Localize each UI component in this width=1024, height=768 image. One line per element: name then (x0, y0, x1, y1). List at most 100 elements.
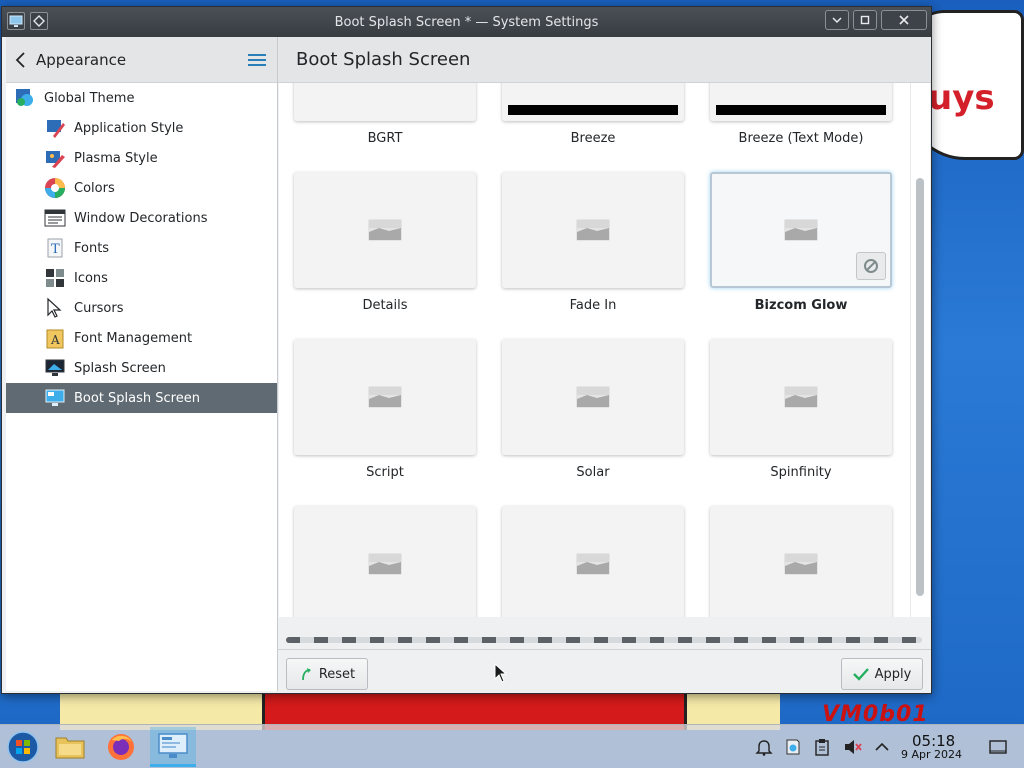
image-placeholder-icon (784, 219, 818, 241)
window-titlebar[interactable]: Boot Splash Screen * — System Settings (2, 7, 931, 37)
sidebar-item-plasma-style[interactable]: Plasma Style (6, 143, 277, 173)
sidebar-item-font-management[interactable]: A Font Management (6, 323, 277, 353)
theme-preview[interactable] (502, 506, 684, 617)
theme-card-spinner[interactable]: Spinner (294, 506, 476, 617)
theme-preview[interactable] (502, 83, 684, 121)
sidebar: Appearance Global Theme Application Style… (6, 37, 278, 691)
boot-splash-screen-icon (44, 387, 66, 409)
notifications-icon[interactable] (754, 737, 774, 757)
show-desktop-icon[interactable] (988, 737, 1008, 757)
sidebar-item-splash-screen[interactable]: Splash Screen (6, 353, 277, 383)
image-placeholder-icon (368, 386, 402, 408)
sidebar-item-global-theme[interactable]: Global Theme (6, 83, 277, 113)
theme-preview[interactable] (502, 339, 684, 455)
image-placeholder-icon (576, 219, 610, 241)
close-button[interactable] (881, 10, 927, 30)
folder-icon (55, 737, 85, 759)
taskbar-system-settings[interactable] (150, 727, 196, 767)
fonts-icon: T (44, 237, 66, 259)
reset-button[interactable]: Reset (286, 658, 368, 690)
sidebar-item-colors[interactable]: Colors (6, 173, 277, 203)
theme-label: Details (362, 298, 408, 313)
theme-card-bgrt[interactable]: BGRT (294, 83, 476, 149)
theme-label: Breeze (570, 131, 616, 146)
theme-preview[interactable] (502, 172, 684, 288)
theme-preview[interactable] (294, 506, 476, 617)
taskbar-file-manager[interactable] (47, 727, 93, 767)
clipboard-icon[interactable] (812, 737, 832, 757)
image-placeholder-icon (368, 219, 402, 241)
apply-button-label: Apply (874, 666, 912, 682)
svg-text:T: T (51, 242, 60, 257)
uninstall-icon[interactable] (856, 252, 886, 280)
preview-black-bar (716, 105, 886, 115)
theme-preview[interactable] (710, 506, 892, 617)
updates-icon[interactable] (783, 737, 803, 757)
application-style-icon (44, 117, 66, 139)
image-placeholder-icon (576, 553, 610, 575)
page-title: Boot Splash Screen (296, 49, 471, 70)
sidebar-item-label: Global Theme (44, 90, 135, 106)
theme-preview[interactable] (294, 339, 476, 455)
sidebar-item-label: Application Style (74, 120, 184, 136)
sidebar-item-boot-splash-screen[interactable]: Boot Splash Screen (6, 383, 277, 413)
image-placeholder-icon (784, 553, 818, 575)
hamburger-menu-icon[interactable] (237, 37, 277, 83)
preview-black-bar (508, 105, 678, 115)
taskbar-firefox[interactable] (98, 727, 144, 767)
busy-progress-bar (286, 635, 922, 645)
system-settings-icon (158, 732, 188, 758)
theme-label: Solar (576, 465, 610, 480)
maximize-button[interactable] (853, 10, 877, 30)
theme-card-text[interactable]: Text (502, 506, 684, 617)
theme-card-breeze-text-mode-[interactable]: Breeze (Text Mode) (710, 83, 892, 149)
theme-label: BGRT (367, 131, 403, 146)
minimize-button[interactable] (825, 10, 849, 30)
taskbar (0, 724, 1024, 768)
mouse-pointer-icon (494, 663, 508, 683)
theme-card-spinfinity[interactable]: Spinfinity (710, 339, 892, 483)
vertical-scrollbar[interactable] (910, 83, 930, 617)
volume-muted-icon[interactable] (843, 737, 863, 757)
apply-button[interactable]: Apply (841, 658, 923, 690)
theme-card-fade-in[interactable]: Fade In (502, 172, 684, 316)
sidebar-item-cursors[interactable]: Cursors (6, 293, 277, 323)
window-decorations-icon (44, 207, 66, 229)
theme-card-details[interactable]: Details (294, 172, 476, 316)
sidebar-item-icons[interactable]: Icons (6, 263, 277, 293)
theme-card-tribar[interactable]: Tribar (710, 506, 892, 617)
scrollbar-thumb[interactable] (916, 178, 924, 596)
firefox-icon (108, 734, 134, 760)
wallpaper-text: uys (928, 78, 995, 118)
reset-button-label: Reset (318, 666, 356, 682)
expand-tray-chevron-icon[interactable] (872, 737, 892, 757)
sidebar-item-label: Colors (74, 180, 115, 196)
theme-preview[interactable] (710, 83, 892, 121)
image-placeholder-icon (784, 386, 818, 408)
sidebar-item-label: Cursors (74, 300, 124, 316)
sidebar-item-window-decorations[interactable]: Window Decorations (6, 203, 277, 233)
theme-preview[interactable] (294, 83, 476, 121)
start-orb-icon (7, 731, 39, 763)
back-arrow-icon[interactable] (6, 37, 36, 83)
sidebar-title: Appearance (36, 50, 127, 69)
cursors-icon (44, 297, 66, 319)
sidebar-item-label: Plasma Style (74, 150, 158, 166)
clock-date[interactable]: 9 Apr 2024 (901, 748, 962, 761)
theme-card-script[interactable]: Script (294, 339, 476, 483)
theme-card-breeze[interactable]: Breeze (502, 83, 684, 149)
busy-indicator (286, 637, 922, 643)
theme-card-bizcom-glow[interactable]: Bizcom Glow (710, 172, 892, 316)
sidebar-item-application-style[interactable]: Application Style (6, 113, 277, 143)
plasma-style-icon (44, 147, 66, 169)
theme-preview[interactable] (294, 172, 476, 288)
theme-card-solar[interactable]: Solar (502, 339, 684, 483)
sidebar-item-fonts[interactable]: T Fonts (6, 233, 277, 263)
theme-preview[interactable] (710, 172, 892, 288)
sidebar-header: Appearance (6, 37, 277, 83)
theme-preview[interactable] (710, 339, 892, 455)
start-menu-button[interactable] (0, 727, 46, 767)
window-title: Boot Splash Screen * — System Settings (334, 15, 599, 30)
sidebar-item-label: Window Decorations (74, 210, 208, 226)
global-theme-icon (14, 87, 36, 109)
